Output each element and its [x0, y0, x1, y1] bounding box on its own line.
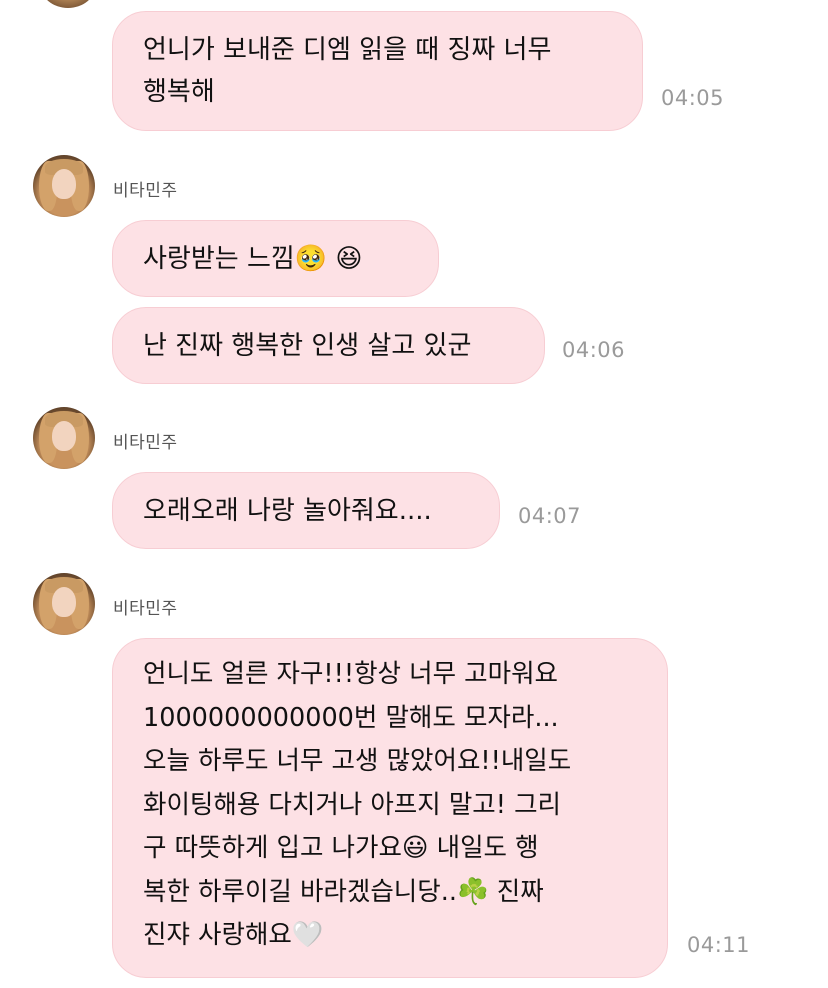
avatar[interactable] — [33, 155, 95, 217]
message-bubble[interactable]: 사랑받는 느낌🥹 😆 — [112, 220, 439, 297]
message-bubble[interactable]: 난 진짜 행복한 인생 살고 있군 — [112, 307, 545, 384]
message-time: 04:05 — [661, 86, 725, 110]
message-time: 04:06 — [562, 338, 626, 362]
sender-name: 비타민주 — [113, 181, 178, 201]
sender-name: 비타민주 — [113, 433, 178, 453]
avatar-partial[interactable] — [40, 0, 96, 8]
sender-name: 비타민주 — [113, 599, 178, 619]
avatar[interactable] — [33, 573, 95, 635]
message-time: 04:07 — [518, 504, 582, 528]
avatar[interactable] — [33, 407, 95, 469]
message-bubble[interactable]: 언니도 얼른 자구!!!항상 너무 고마워요 1000000000000번 말해… — [112, 638, 668, 978]
message-bubble[interactable]: 오래오래 나랑 놀아줘요.... — [112, 472, 500, 549]
message-bubble[interactable]: 언니가 보내준 디엠 읽을 때 징짜 너무 행복해 — [112, 11, 643, 131]
message-time: 04:11 — [687, 933, 751, 957]
